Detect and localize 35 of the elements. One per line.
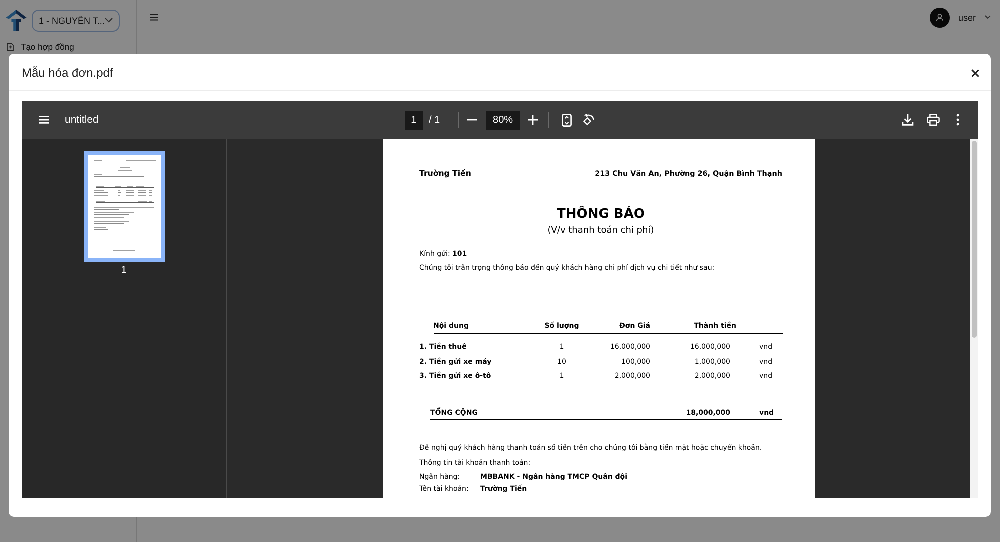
menu-button[interactable] (150, 14, 158, 21)
scrollbar-thumb[interactable] (972, 141, 976, 338)
zoom-in-button[interactable] (527, 114, 540, 126)
rotate-button[interactable] (582, 114, 596, 126)
close-button[interactable] (971, 68, 980, 78)
document-icon (7, 43, 14, 51)
page-number-field[interactable]: 1 (404, 110, 423, 130)
close-icon (971, 68, 980, 78)
sidebar-toggle-button[interactable] (39, 116, 49, 124)
caret-icon (105, 18, 113, 23)
print-icon (927, 114, 940, 126)
download-icon (902, 114, 914, 126)
fit-page-button[interactable] (562, 114, 572, 126)
modal-title: Mẫu hóa đơn.pdf (22, 66, 114, 80)
menu-icon (150, 14, 158, 21)
menu-icon (39, 116, 49, 124)
zoom-level-field[interactable]: 80% (486, 110, 520, 130)
document-title: THÔNG BÁO (556, 207, 646, 223)
logo-icon (5, 9, 28, 32)
file-name: untitled (65, 114, 99, 126)
download-button[interactable] (902, 114, 914, 126)
user-menu[interactable]: user (930, 8, 992, 28)
rotate-icon (582, 114, 596, 126)
fit-page-icon (562, 114, 572, 126)
sidebar-item[interactable]: Tạo hợp đồng (5, 42, 136, 52)
document-subtitle: (V/v thanh toán chi phí) (546, 225, 656, 237)
avatar-icon (930, 8, 950, 28)
page-count: / 1 (428, 114, 440, 126)
company-select[interactable]: 1 - NGUYỄN T... (32, 10, 120, 32)
print-button[interactable] (927, 114, 940, 126)
caret-icon (984, 15, 992, 20)
more-options-button[interactable] (956, 114, 960, 126)
plus-icon (527, 114, 540, 126)
more-options-icon (956, 114, 960, 126)
thumbnail-page-number: 1 (121, 265, 127, 276)
